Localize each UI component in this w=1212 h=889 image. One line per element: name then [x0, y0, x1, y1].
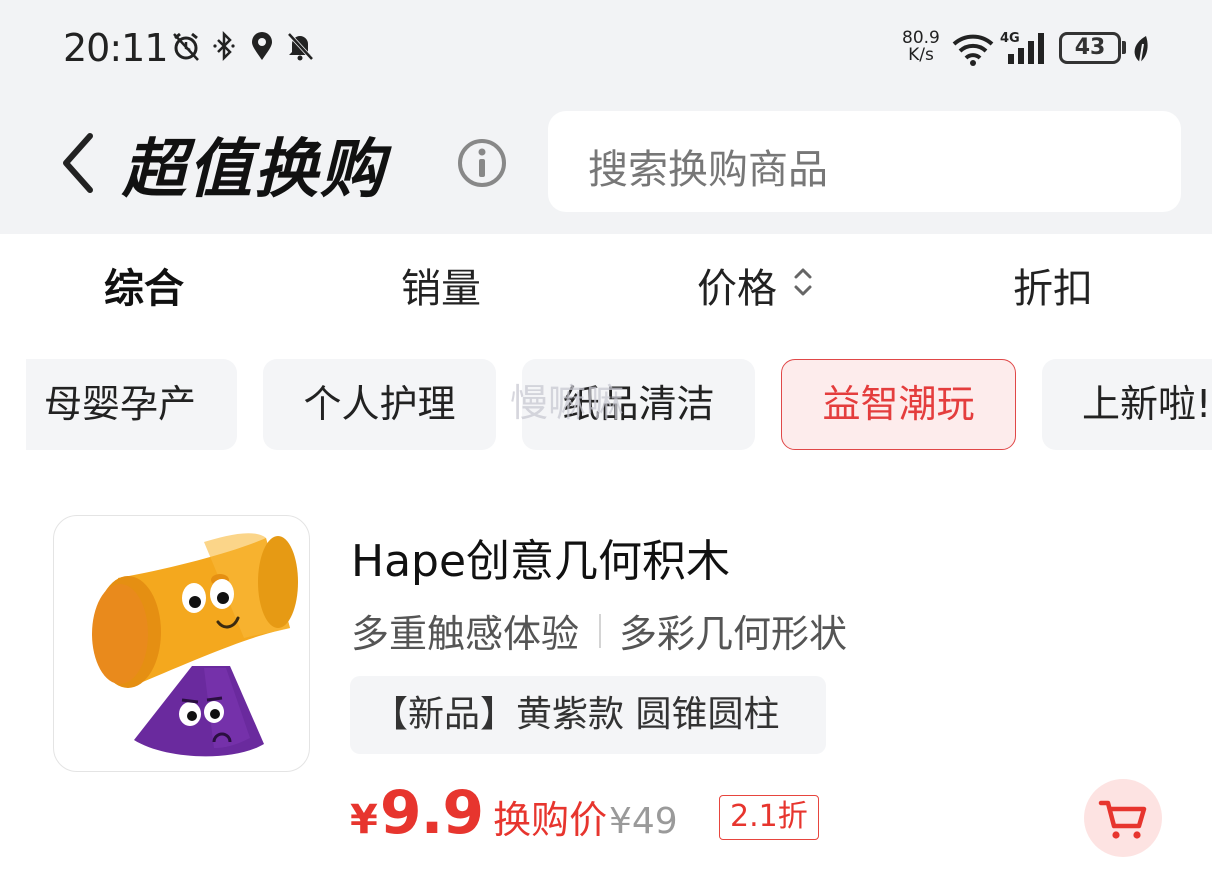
svg-text:4G: 4G — [1000, 31, 1020, 46]
product-feature: 多彩几何形状 — [619, 612, 848, 656]
status-icons — [170, 30, 316, 62]
original-price: ¥49 — [609, 801, 678, 842]
tab-comprehensive[interactable]: 综合 — [104, 256, 184, 314]
price-currency: ¥ — [350, 797, 378, 843]
product-image[interactable] — [53, 515, 310, 772]
discount-badge: 2.1折 — [719, 795, 819, 840]
category-chip-care[interactable]: 个人护理 — [263, 359, 496, 450]
sort-tabs: 综合 销量 价格 折扣 — [0, 234, 1212, 330]
back-button[interactable] — [58, 128, 102, 198]
add-to-cart-button[interactable] — [1084, 779, 1162, 857]
wifi-icon — [952, 34, 994, 66]
alarm-icon — [173, 32, 199, 61]
product-features: 多重触感体验 多彩几何形状 — [351, 603, 847, 658]
category-chip-baby[interactable]: 母婴孕产 — [26, 359, 237, 450]
battery-tip — [1122, 41, 1126, 54]
tab-price[interactable]: 价格 — [697, 256, 777, 314]
search-input[interactable]: 搜索换购商品 — [548, 111, 1181, 212]
info-icon[interactable] — [456, 137, 508, 189]
price-value: 9.9 — [379, 778, 484, 848]
geometric-blocks-image — [92, 533, 298, 757]
status-time: 20:11 — [63, 26, 169, 70]
sort-toggle-icon[interactable] — [792, 262, 814, 302]
product-variant[interactable]: 【新品】黄紫款 圆锥圆柱 — [350, 676, 826, 754]
signal-icon: 4G — [1000, 31, 1044, 64]
product-feature: 多重触感体验 — [351, 612, 580, 656]
price-label: 换购价 — [493, 798, 608, 842]
net-speed: 80.9 K/s — [902, 28, 940, 65]
bluetooth-icon — [213, 30, 235, 62]
mute-bell-icon — [287, 32, 314, 61]
product-name[interactable]: Hape创意几何积木 — [351, 525, 730, 589]
leaf-icon — [1134, 36, 1148, 63]
category-chip-new[interactable]: 上新啦! — [1042, 359, 1212, 450]
search-placeholder: 搜索换购商品 — [588, 147, 828, 193]
category-chip-toys[interactable]: 益智潮玩 — [781, 359, 1016, 450]
exchange-price: ¥ 9.9 换购价 — [350, 778, 607, 848]
tab-discount[interactable]: 折扣 — [1013, 256, 1093, 314]
page-title: 超值换购 — [122, 133, 386, 207]
feature-divider — [599, 613, 602, 648]
status-bar: 20:11 80.9 K/s 4G 43 — [0, 0, 1212, 100]
cart-icon — [1098, 800, 1147, 839]
header-area: 20:11 80.9 K/s 4G 43 超值换购 搜索换购商品 — [0, 0, 1212, 234]
tab-sales[interactable]: 销量 — [401, 256, 481, 314]
location-icon — [252, 32, 272, 60]
watermark: 慢嘛嘛 — [510, 381, 625, 425]
battery-icon: 43 — [1059, 32, 1121, 64]
